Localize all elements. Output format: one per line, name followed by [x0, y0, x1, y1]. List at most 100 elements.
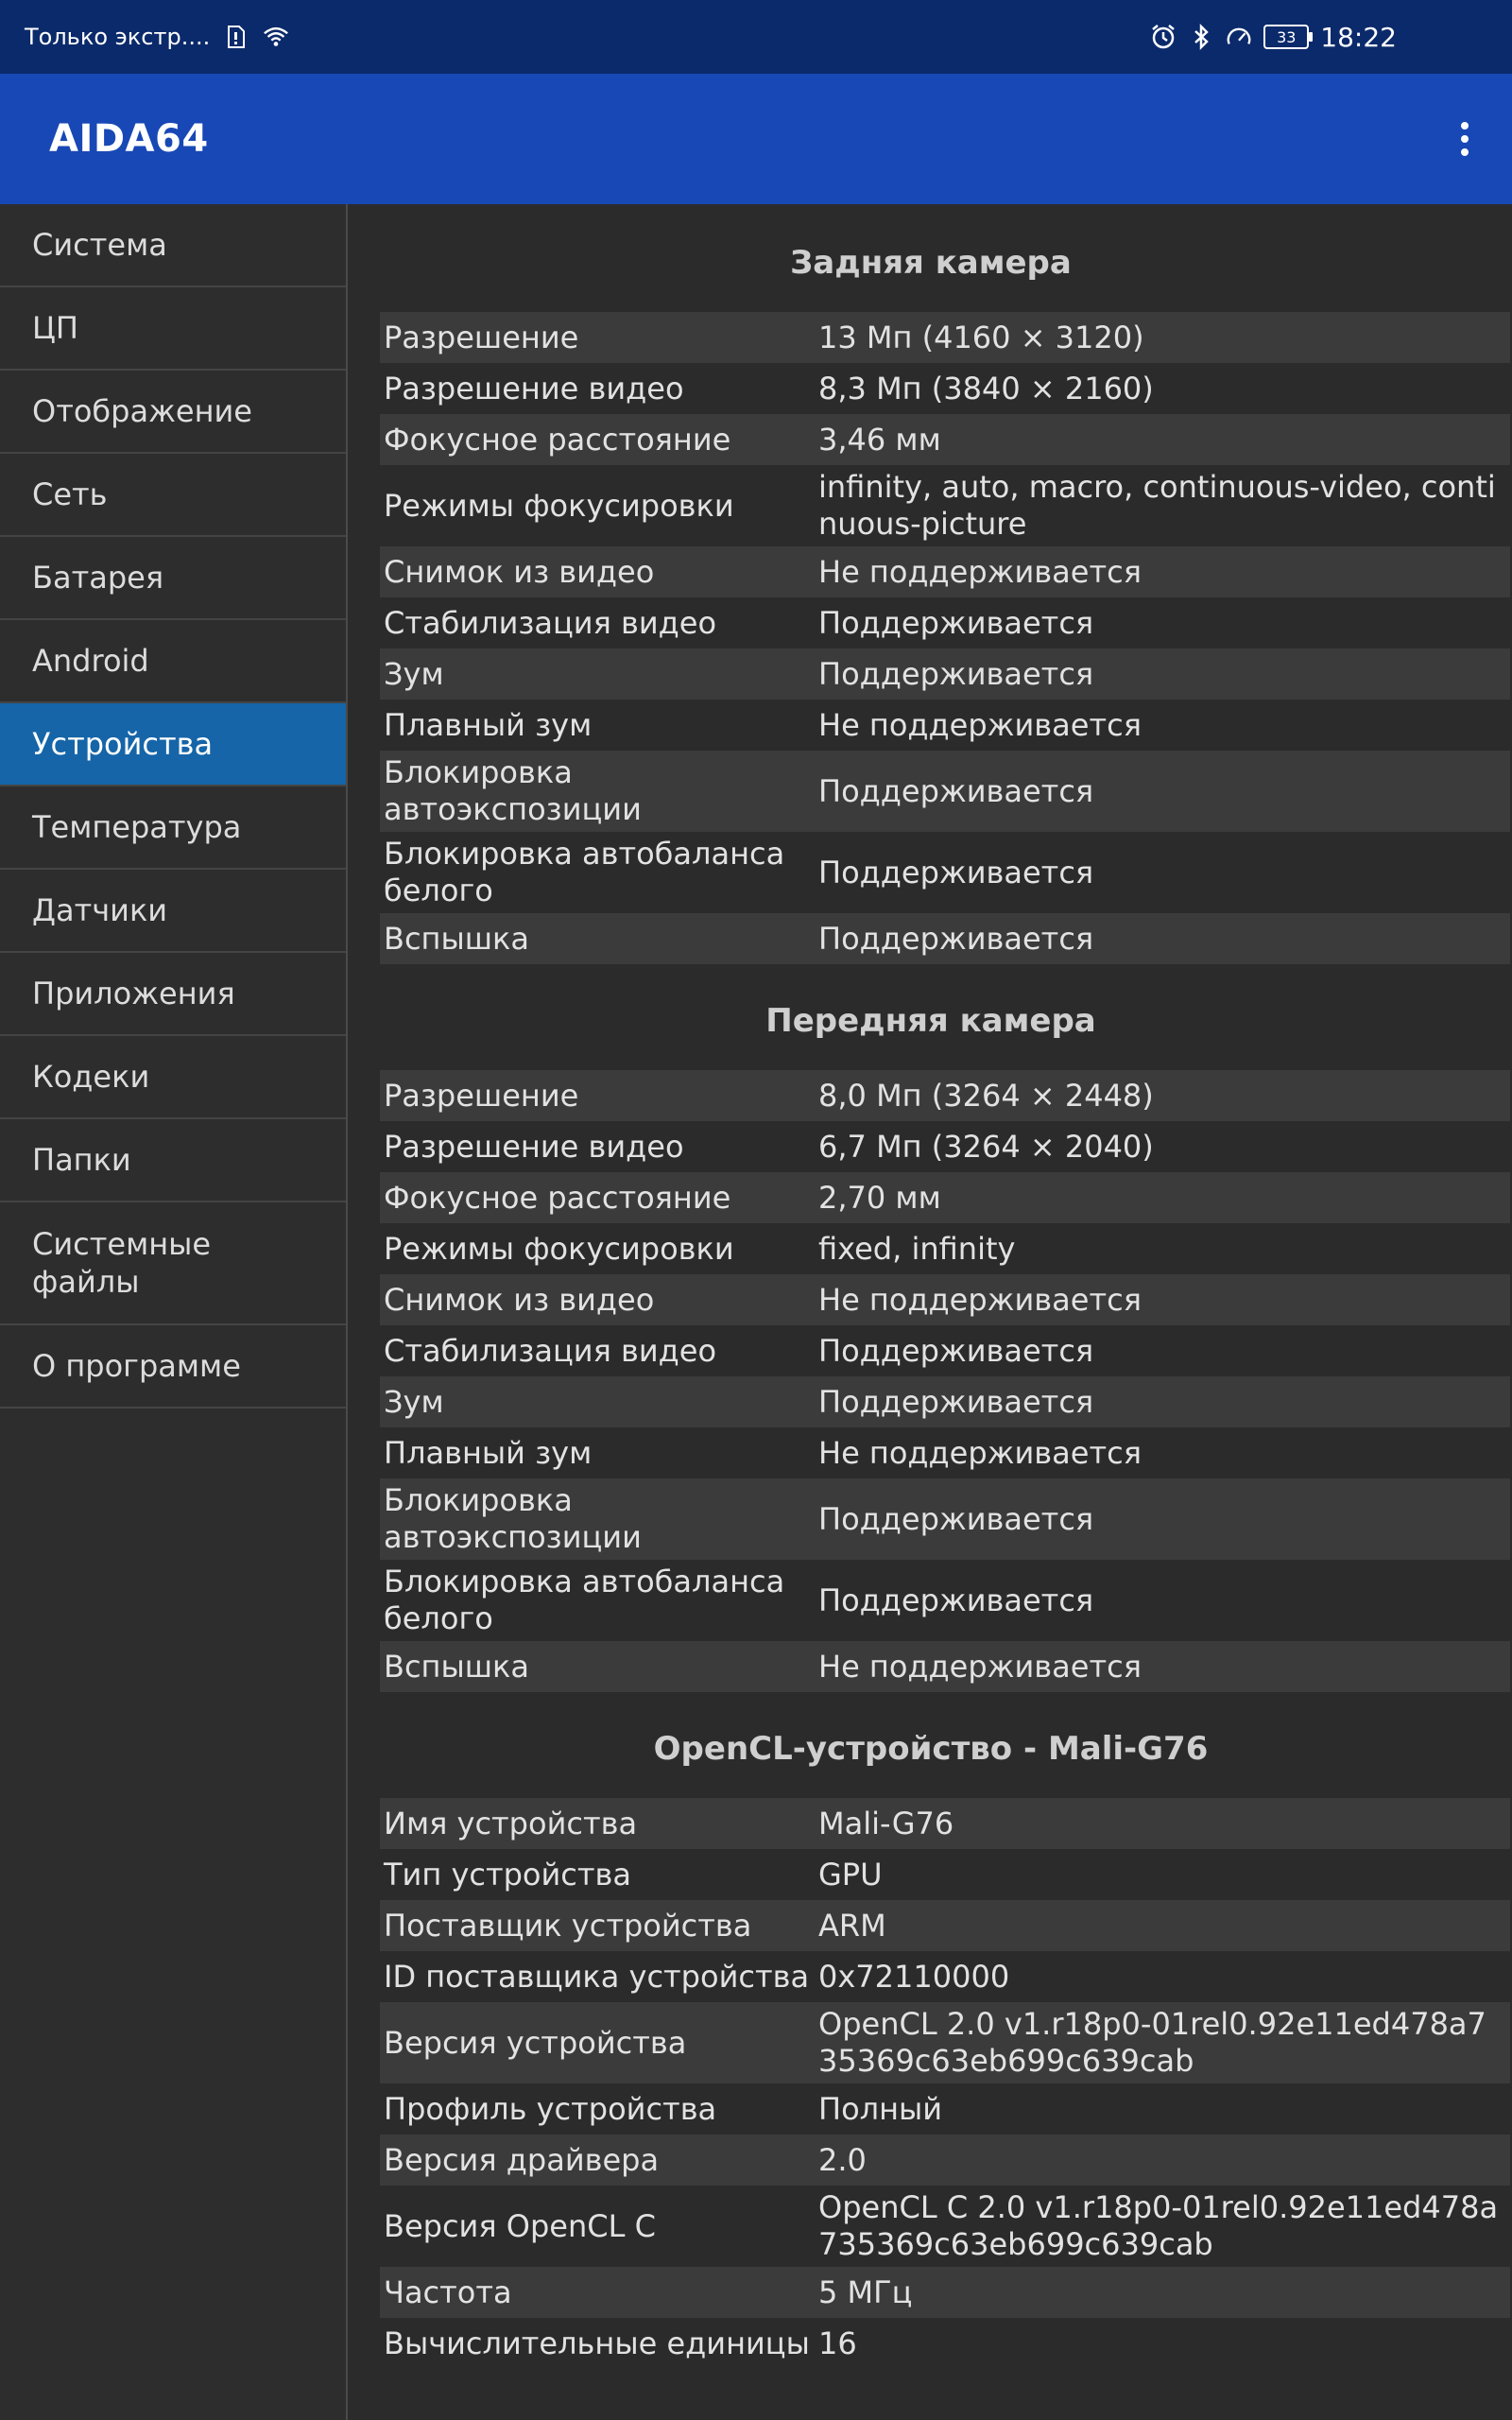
row-value: fixed, infinity — [818, 1230, 1016, 1267]
row-value: Не поддерживается — [818, 553, 1142, 590]
row-label: Стабилизация видео — [384, 604, 717, 641]
row-label: Вычислительные единицы — [384, 2325, 810, 2361]
row-value: 5 МГц — [818, 2273, 913, 2310]
sidebar-item-3[interactable]: Сеть — [0, 454, 346, 537]
table-row: Разрешение видео 8,3 Мп (3840 × 2160) — [380, 363, 1510, 414]
row-value: GPU — [818, 1856, 883, 1893]
row-value: 2,70 мм — [818, 1179, 941, 1216]
row-value: 3,46 мм — [818, 421, 941, 458]
sidebar-item-label: Батарея — [32, 560, 164, 596]
table-row: Разрешение 8,0 Мп (3264 × 2448) — [380, 1070, 1510, 1121]
table-row: Стабилизация видео Поддерживается — [380, 597, 1510, 648]
table-row: Блокировка автоэкспозиции Поддерживается — [380, 1478, 1510, 1560]
sidebar-item-5[interactable]: Android — [0, 620, 346, 703]
table-row: Блокировка автоэкспозиции Поддерживается — [380, 751, 1510, 832]
table-row: Частота 5 МГц — [380, 2267, 1510, 2318]
sidebar-item-2[interactable]: Отображение — [0, 371, 346, 454]
status-bar-left: Только экстр.... — [25, 24, 289, 50]
row-label: Режимы фокусировки — [384, 1230, 734, 1267]
row-label: Плавный зум — [384, 706, 593, 743]
row-label: Режимы фокусировки — [384, 487, 734, 524]
sidebar-item-7[interactable]: Температура — [0, 786, 346, 870]
row-value: Поддерживается — [818, 854, 1094, 890]
table-row: Профиль устройства Полный — [380, 2083, 1510, 2135]
sidebar-item-label: Приложения — [32, 976, 235, 1011]
table-row: Снимок из видео Не поддерживается — [380, 546, 1510, 597]
alarm-icon — [1150, 24, 1177, 50]
sim-icon — [223, 24, 249, 50]
sidebar-item-1[interactable]: ЦП — [0, 287, 346, 371]
clock: 18:22 — [1320, 21, 1397, 53]
sidebar-item-9[interactable]: Приложения — [0, 953, 346, 1036]
more-vert-icon[interactable] — [1446, 111, 1484, 167]
table-row: Стабилизация видео Поддерживается — [380, 1325, 1510, 1376]
row-value: Поддерживается — [818, 655, 1094, 692]
row-value: Mali-G76 — [818, 1805, 954, 1841]
sidebar-item-0[interactable]: Система — [0, 204, 346, 287]
sidebar-item-label: Датчики — [32, 892, 168, 928]
bluetooth-icon — [1188, 24, 1214, 50]
row-value: Поддерживается — [818, 920, 1094, 957]
notification-text: Только экстр.... — [25, 24, 211, 50]
row-label: Плавный зум — [384, 1434, 593, 1471]
table-row: Фокусное расстояние 3,46 мм — [380, 414, 1510, 465]
row-value: Не поддерживается — [818, 1648, 1142, 1685]
sidebar-item-6[interactable]: Устройства — [0, 703, 346, 786]
table-row: Версия драйвера 2.0 — [380, 2135, 1510, 2186]
row-label: Разрешение — [384, 319, 579, 355]
sidebar-item-label: О программе — [32, 1348, 241, 1384]
row-label: Поставщик устройства — [384, 1907, 752, 1944]
device-details: Задняя камера Разрешение 13 Мп (4160 × 312… — [350, 204, 1512, 2388]
row-value: Не поддерживается — [818, 1434, 1142, 1471]
row-value: 8,0 Мп (3264 × 2448) — [818, 1077, 1154, 1114]
table-row: Блокировка автобаланса белого Поддерживае… — [380, 1560, 1510, 1641]
sidebar-item-8[interactable]: Датчики — [0, 870, 346, 953]
status-bar: Только экстр.... 33 18:22 — [0, 0, 1512, 74]
sidebar-item-label: Сеть — [32, 476, 108, 512]
table-row: Фокусное расстояние 2,70 мм — [380, 1172, 1510, 1223]
row-label: Разрешение — [384, 1077, 579, 1114]
battery-icon: 33 — [1263, 25, 1314, 49]
sidebar-item-label: Папки — [32, 1142, 131, 1178]
row-value: Поддерживается — [818, 1582, 1094, 1618]
row-value: OpenCL C 2.0 v1.r18p0-01rel0.92e11ed478a… — [818, 2189, 1499, 2262]
table-row: Режимы фокусировки fixed, infinity — [380, 1223, 1510, 1274]
table-row: Имя устройства Mali-G76 — [380, 1798, 1510, 1849]
table-row: Вспышка Поддерживается — [380, 913, 1510, 964]
row-value: 13 Мп (4160 × 3120) — [818, 319, 1144, 355]
table-row: ID поставщика устройства 0x72110000 — [380, 1951, 1510, 2002]
table-row: Плавный зум Не поддерживается — [380, 1427, 1510, 1478]
table-row: Зум Поддерживается — [380, 648, 1510, 700]
sidebar-item-label: Android — [32, 643, 149, 679]
table-row: Блокировка автобаланса белого Поддерживае… — [380, 832, 1510, 913]
info-table: Имя устройства Mali-G76 Тип устройства GPU П… — [380, 1798, 1510, 2369]
row-label: Блокировка автобаланса белого — [384, 836, 785, 908]
sidebar-item-label: Системные файлы — [32, 1226, 212, 1300]
row-label: Версия OpenCL C — [384, 2207, 656, 2244]
battery-level: 33 — [1277, 27, 1297, 46]
sidebar-item-12[interactable]: Системные файлы — [0, 1202, 346, 1325]
section-title: Задняя камера — [790, 244, 1072, 282]
sidebar-item-label: ЦП — [32, 310, 78, 346]
sidebar-item-label: Отображение — [32, 393, 252, 429]
row-value: 8,3 Мп (3840 × 2160) — [818, 370, 1154, 406]
sidebar-item-4[interactable]: Батарея — [0, 537, 346, 620]
row-label: Версия устройства — [384, 2024, 687, 2061]
row-value: Поддерживается — [818, 1383, 1094, 1420]
sidebar-item-11[interactable]: Папки — [0, 1119, 346, 1202]
row-label: Профиль устройства — [384, 2090, 717, 2127]
sidebar-item-label: Кодеки — [32, 1059, 150, 1095]
info-table: Разрешение 13 Мп (4160 × 3120) Разрешение … — [380, 312, 1510, 964]
table-row: Зум Поддерживается — [380, 1376, 1510, 1427]
row-value: 0x72110000 — [818, 1958, 1010, 1995]
row-value: 2.0 — [818, 2141, 867, 2178]
sidebar-item-13[interactable]: О программе — [0, 1325, 346, 1409]
row-label: Разрешение видео — [384, 370, 684, 406]
sidebar-item-10[interactable]: Кодеки — [0, 1036, 346, 1119]
row-label: Блокировка автоэкспозиции — [384, 754, 642, 827]
table-row: Плавный зум Не поддерживается — [380, 700, 1510, 751]
table-row: Тип устройства GPU — [380, 1849, 1510, 1900]
row-label: ID поставщика устройства — [384, 1958, 810, 1995]
row-label: Снимок из видео — [384, 1281, 655, 1318]
row-value: Поддерживается — [818, 604, 1094, 641]
